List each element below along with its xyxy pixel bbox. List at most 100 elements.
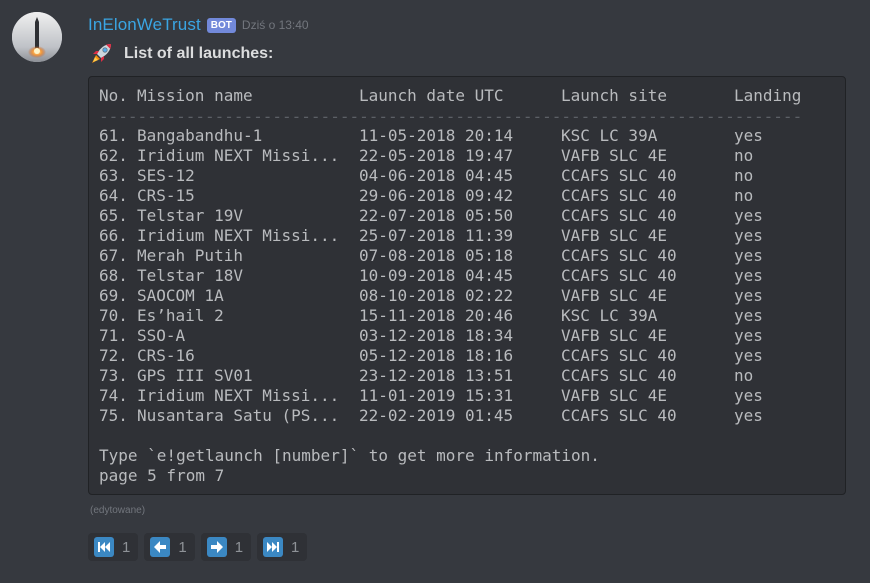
row-number: 67. [99, 246, 128, 265]
footer-hint: Type `e!getlaunch [number]` to get more … [99, 446, 600, 465]
rocket-launch-avatar-icon [12, 12, 62, 62]
launch-date: 22-02-2019 01:45 [359, 406, 514, 425]
mission-name: Telstar 19V [137, 206, 243, 225]
landing-status: yes [734, 226, 763, 245]
launch-site: VAFB SLC 4E [561, 226, 667, 245]
launch-site: CCAFS SLC 40 [561, 166, 677, 185]
mission-name: GPS III SV01 [137, 366, 253, 385]
launch-site: CCAFS SLC 40 [561, 406, 677, 425]
landing-status: yes [734, 126, 763, 145]
launch-date: 05-12-2018 18:16 [359, 346, 514, 365]
launch-date: 04-06-2018 04:45 [359, 166, 514, 185]
mission-name: SSO-A [137, 326, 186, 345]
first-page-icon [94, 537, 114, 557]
row-number: 74. [99, 386, 128, 405]
table-separator: ----------------------------------------… [99, 107, 801, 126]
row-number: 72. [99, 346, 128, 365]
edited-label: (edytowane) [90, 505, 146, 516]
row-number: 71. [99, 326, 128, 345]
launch-date: 10-09-2018 04:45 [359, 266, 514, 285]
mission-name: CRS-16 [137, 346, 195, 365]
launch-site: VAFB SLC 4E [561, 146, 667, 165]
rocket-icon [92, 44, 111, 63]
mission-name: Bangabandhu-1 [137, 126, 263, 145]
header-launch-site: Launch site [561, 86, 667, 105]
launch-site: CCAFS SLC 40 [561, 246, 677, 265]
launch-date: 15-11-2018 20:46 [359, 306, 514, 325]
launch-date: 11-05-2018 20:14 [359, 126, 514, 145]
launch-list-codeblock: No. Mission name Launch date UTC Launch … [88, 76, 846, 495]
launch-date: 23-12-2018 13:51 [359, 366, 514, 385]
reaction-last-page[interactable]: 1 [257, 533, 308, 561]
launch-site: CCAFS SLC 40 [561, 186, 677, 205]
launch-site: CCAFS SLC 40 [561, 206, 677, 225]
reaction-count: 1 [122, 538, 131, 556]
landing-status: no [734, 166, 754, 185]
last-page-icon [263, 537, 284, 557]
footer-page-indicator: page 5 from 7 [99, 466, 225, 485]
landing-status: yes [734, 246, 763, 265]
launch-date: 08-10-2018 02:22 [359, 286, 514, 305]
launch-site: KSC LC 39A [561, 126, 658, 145]
reaction-previous-page[interactable]: 1 [144, 533, 195, 561]
launch-site: CCAFS SLC 40 [561, 366, 677, 385]
mission-name: Merah Putih [137, 246, 243, 265]
launch-site: VAFB SLC 4E [561, 286, 667, 305]
row-number: 70. [99, 306, 128, 325]
mission-name: Iridium NEXT Missi... [137, 386, 340, 405]
row-number: 69. [99, 286, 128, 305]
row-number: 73. [99, 366, 128, 385]
launch-date: 25-07-2018 11:39 [359, 226, 514, 245]
row-number: 63. [99, 166, 128, 185]
launch-date: 22-05-2018 19:47 [359, 146, 514, 165]
header-mission-name: Mission name [137, 86, 253, 105]
landing-status: no [734, 186, 754, 205]
landing-status: yes [734, 206, 763, 225]
launch-site: KSC LC 39A [561, 306, 658, 325]
message-title-text: List of all launches: [124, 45, 274, 62]
launch-site: VAFB SLC 4E [561, 386, 667, 405]
landing-status: yes [734, 306, 763, 325]
landing-status: yes [734, 326, 763, 345]
header-launch-date: Launch date UTC [359, 86, 504, 105]
bot-avatar[interactable] [12, 12, 62, 62]
mission-name: CRS-15 [137, 186, 195, 205]
landing-status: yes [734, 406, 763, 425]
row-number: 75. [99, 406, 128, 425]
landing-status: no [734, 146, 754, 165]
launch-site: CCAFS SLC 40 [561, 266, 677, 285]
author-name[interactable]: InElonWeTrust [88, 15, 201, 35]
table-header-row: No. Mission name Launch date UTC Launch … [99, 86, 801, 106]
reaction-count: 1 [234, 538, 244, 556]
launch-site: CCAFS SLC 40 [561, 346, 677, 365]
landing-status: yes [734, 346, 763, 365]
next-page-icon [206, 537, 227, 557]
message-timestamp: Dziś o 13:40 [241, 18, 309, 32]
reaction-bar: 1 1 1 1 [88, 533, 313, 561]
header-landing: Landing [734, 86, 802, 105]
previous-page-icon [150, 537, 171, 557]
mission-name: Nusantara Satu (PS... [137, 406, 340, 425]
landing-status: yes [734, 266, 763, 285]
mission-name: Es’hail 2 [137, 306, 224, 325]
launch-date: 03-12-2018 18:34 [359, 326, 514, 345]
header-no: No. [99, 86, 128, 105]
row-number: 62. [99, 146, 128, 165]
row-number: 64. [99, 186, 128, 205]
row-number: 61. [99, 126, 128, 145]
reaction-count: 1 [178, 538, 187, 556]
landing-status: yes [734, 286, 763, 305]
reaction-first-page[interactable]: 1 [88, 533, 139, 561]
message-header: InElonWeTrust BOT Dziś o 13:40 [88, 13, 309, 37]
launch-site: VAFB SLC 4E [561, 326, 667, 345]
mission-name: Iridium NEXT Missi... [137, 146, 340, 165]
mission-name: SES-12 [137, 166, 195, 185]
mission-name: Telstar 18V [137, 266, 243, 285]
mission-name: Iridium NEXT Missi... [137, 226, 340, 245]
row-number: 66. [99, 226, 128, 245]
chat-message: InElonWeTrust BOT Dziś o 13:40 List of a… [0, 0, 870, 583]
reaction-next-page[interactable]: 1 [200, 533, 252, 561]
launch-date: 07-08-2018 05:18 [359, 246, 514, 265]
launch-date: 22-07-2018 05:50 [359, 206, 514, 225]
bot-badge: BOT [206, 17, 236, 33]
